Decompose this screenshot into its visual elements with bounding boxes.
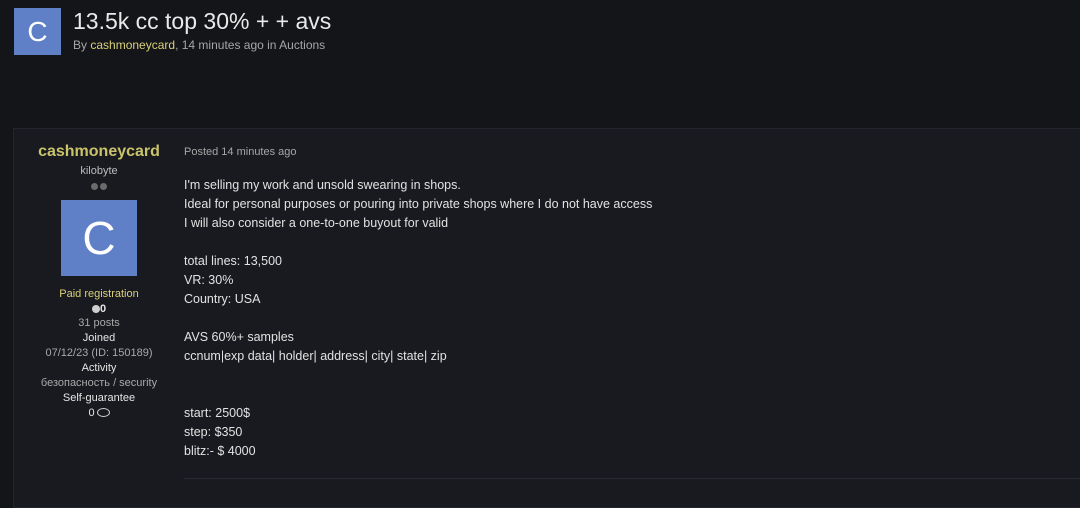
reputation-value: 0 (99, 303, 107, 315)
activity-label: Activity (81, 362, 117, 374)
user-title: kilobyte (80, 165, 118, 177)
guarantee: 0 (14, 407, 184, 420)
post-line (184, 385, 1080, 404)
divider (184, 478, 1080, 479)
topic-header: C 13.5k cc top 30% + + avs By cashmoneyc… (14, 8, 331, 55)
topic-info: 13.5k cc top 30% + + avs By cashmoneycar… (73, 8, 331, 52)
rank-icon (14, 181, 184, 191)
guarantee-value: 0 (88, 407, 95, 419)
eye-icon (96, 408, 110, 417)
post-line: ccnum|exp data| holder| address| city| s… (184, 349, 447, 363)
post-line: Ideal for personal purposes or pouring i… (184, 197, 653, 211)
post-body: Posted 14 minutes ago I'm selling my wor… (184, 129, 1080, 461)
post-line: I'm selling my work and unsold swearing … (184, 178, 461, 192)
topic-author-avatar[interactable]: C (14, 8, 61, 55)
topic-meta: By cashmoneycard, 14 minutes ago in Auct… (73, 38, 331, 52)
post-line (184, 309, 1080, 328)
post-line (184, 233, 1080, 252)
topic-author-link[interactable]: cashmoneycard (90, 38, 175, 52)
post-author-name[interactable]: cashmoneycard (14, 143, 184, 161)
activity-value: безопасность / security (40, 377, 158, 389)
post-line: start: 2500$ (184, 406, 251, 420)
guarantee-label: Self-guarantee (62, 392, 136, 404)
author-pane: cashmoneycard kilobyte C Paid registrati… (14, 129, 184, 420)
joined-value: 07/12/23 (ID: 150189) (45, 347, 153, 359)
avatar-letter: C (82, 212, 116, 264)
post-line: VR: 30% (184, 273, 234, 287)
user-group: Paid registration (59, 288, 139, 300)
post-line: step: $350 (184, 425, 243, 439)
reputation-icon (91, 305, 100, 313)
reputation[interactable]: 0 (14, 303, 184, 315)
post-count[interactable]: 31 posts (14, 317, 184, 330)
post: cashmoneycard kilobyte C Paid registrati… (13, 128, 1080, 508)
post-line: blitz:- $ 4000 (184, 444, 256, 458)
post-line (184, 366, 1080, 385)
post-line: total lines: 13,500 (184, 254, 282, 268)
by-label: By (73, 38, 88, 52)
post-content: I'm selling my work and unsold swearing … (184, 176, 1080, 461)
post-line: AVS 60%+ samples (184, 330, 294, 344)
post-line: Country: USA (184, 292, 261, 306)
joined-label: Joined (82, 332, 116, 344)
post-date[interactable]: Posted 14 minutes ago (184, 146, 1080, 158)
page-title: 13.5k cc top 30% + + avs (73, 8, 332, 34)
author-avatar[interactable]: C (61, 200, 137, 276)
topic-meta-suffix: , 14 minutes ago in Auctions (175, 38, 326, 52)
post-line: I will also consider a one-to-one buyout… (184, 216, 449, 230)
avatar-letter: C (27, 15, 48, 47)
